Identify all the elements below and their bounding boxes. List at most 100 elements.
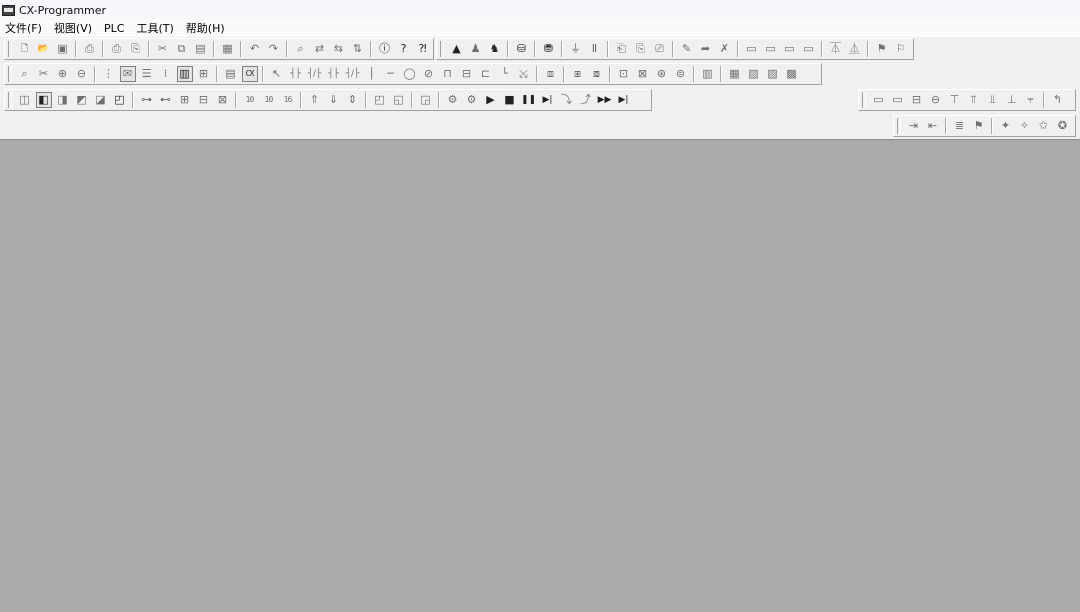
sfc-transition-button[interactable]: ▭: [890, 92, 906, 108]
toolbar-grip[interactable]: [8, 92, 12, 108]
transfer-up-button[interactable]: ⇑: [307, 92, 323, 108]
coil-button[interactable]: ◯: [402, 66, 418, 82]
cut-button[interactable]: ✂: [155, 41, 171, 57]
about-button[interactable]: ⓘ: [377, 41, 393, 57]
align-button[interactable]: ≣: [952, 118, 968, 134]
cycle-time-button[interactable]: ▩: [784, 66, 800, 82]
contact-closed-button[interactable]: ┤/├: [307, 66, 323, 82]
undo-button[interactable]: ↶: [247, 41, 263, 57]
sim-fast-button[interactable]: ▶▶: [597, 92, 613, 108]
list-button[interactable]: ☰: [139, 66, 155, 82]
output-window-button[interactable]: ◧: [35, 92, 52, 108]
send-edit-button[interactable]: ➦: [698, 41, 714, 57]
toolbar-grip[interactable]: [897, 118, 901, 134]
transfer-plc-button[interactable]: ⛃: [541, 41, 557, 57]
print-setup-button[interactable]: ⎘: [128, 41, 144, 57]
compile-button[interactable]: ▥: [700, 66, 716, 82]
sfc-return-button[interactable]: ↰: [1050, 92, 1066, 108]
sim-run-button[interactable]: ▶: [483, 92, 499, 108]
toolbar-grip[interactable]: [8, 41, 12, 57]
transfer-merge-button[interactable]: ⇕: [345, 92, 361, 108]
section-button[interactable]: ⧇: [589, 66, 605, 82]
clear-bookmark-button[interactable]: ✪: [1055, 118, 1071, 134]
sfc-converge-button[interactable]: ⊖: [928, 92, 944, 108]
run-mode-button[interactable]: ▭: [801, 41, 817, 57]
ladder-button[interactable]: ▥: [176, 66, 193, 82]
binary-button[interactable]: ⊷: [158, 92, 174, 108]
diff-button[interactable]: ⧈: [543, 66, 559, 82]
sim-stop-button[interactable]: ■: [502, 92, 518, 108]
select-button[interactable]: ↖: [269, 66, 285, 82]
zoom-out-button[interactable]: ⊖: [74, 66, 90, 82]
print-preview-button[interactable]: ⎙: [82, 41, 98, 57]
prev-bookmark-button[interactable]: ✩: [1036, 118, 1052, 134]
function-block-button[interactable]: ⊟: [459, 66, 475, 82]
program-button[interactable]: ⧆: [570, 66, 586, 82]
sfc-merge-button[interactable]: ⊥: [1004, 92, 1020, 108]
memory-button[interactable]: ▦: [727, 66, 743, 82]
pause-monitor-button[interactable]: Ⅱ: [587, 41, 603, 57]
work-simulator-button[interactable]: ♞: [487, 41, 503, 57]
sfc-divergence-button[interactable]: ⫧: [1023, 92, 1039, 108]
sfc-jump-button[interactable]: ⫪: [966, 92, 982, 108]
toolbar-grip[interactable]: [440, 41, 444, 57]
bcd-button[interactable]: ⊟: [196, 92, 212, 108]
vertical-button[interactable]: │: [364, 66, 380, 82]
contact-or-button[interactable]: ┤├: [326, 66, 342, 82]
show-comment-button[interactable]: ✉: [119, 66, 136, 82]
delete-button[interactable]: ▦: [220, 41, 236, 57]
hex-button[interactable]: ⊞: [177, 92, 193, 108]
mnemonic-button[interactable]: ▤: [223, 66, 239, 82]
horizontal-button[interactable]: ─: [383, 66, 399, 82]
contact-or-closed-button[interactable]: ┤/├: [345, 66, 361, 82]
indent-button[interactable]: ⇥: [906, 118, 922, 134]
contact-button[interactable]: ┤├: [288, 66, 304, 82]
sim-step-into-button[interactable]: ▶|: [540, 92, 556, 108]
float-button[interactable]: ⊠: [215, 92, 231, 108]
program-mode-button[interactable]: ▭: [744, 41, 760, 57]
io-table-button[interactable]: ⊜: [673, 66, 689, 82]
project-window-button[interactable]: ◫: [17, 92, 33, 108]
print-button[interactable]: ⎙: [109, 41, 125, 57]
base-16-button[interactable]: 16: [280, 92, 296, 108]
set-button[interactable]: ⚑: [874, 41, 890, 57]
sim-step-button[interactable]: ⚙: [464, 92, 480, 108]
new-file-button[interactable]: 🗋: [17, 41, 33, 57]
sim-end-button[interactable]: ▶|: [616, 92, 632, 108]
sfc-step-button[interactable]: ▭: [871, 92, 887, 108]
transfer-to-plc-button[interactable]: ⎗: [614, 41, 630, 57]
menu-plc[interactable]: PLC: [98, 20, 130, 37]
structure-button[interactable]: ⊞: [196, 66, 212, 82]
address-reference-button[interactable]: ⇅: [350, 41, 366, 57]
toggle-bookmark-button[interactable]: ✦: [998, 118, 1014, 134]
cross-reference-button[interactable]: ⇆: [331, 41, 347, 57]
menu-file[interactable]: 文件(F): [0, 20, 48, 37]
toggle-online-button[interactable]: ▲: [449, 41, 465, 57]
properties-button[interactable]: ⁞: [158, 66, 174, 82]
online-edit-button[interactable]: ✎: [679, 41, 695, 57]
address-window-button[interactable]: ◩: [74, 92, 90, 108]
reset-button[interactable]: ⚐: [893, 41, 909, 57]
symbol-button[interactable]: ⊛: [654, 66, 670, 82]
redo-button[interactable]: ↷: [266, 41, 282, 57]
sim-pause-button[interactable]: ❚❚: [521, 92, 537, 108]
cancel-edit-button[interactable]: ✗: [717, 41, 733, 57]
coil-closed-button[interactable]: ⊘: [421, 66, 437, 82]
save-button[interactable]: ▣: [55, 41, 71, 57]
replace-button[interactable]: ⇄: [312, 41, 328, 57]
properties-window-button[interactable]: ◰: [112, 92, 128, 108]
zoom-in-button[interactable]: ⊕: [55, 66, 71, 82]
transfer-down-button[interactable]: ⇓: [326, 92, 342, 108]
watch-window-button[interactable]: ◨: [55, 92, 71, 108]
settings-button[interactable]: ▧: [746, 66, 762, 82]
menu-help[interactable]: 帮助(H): [180, 20, 231, 37]
dec-button[interactable]: ⊶: [139, 92, 155, 108]
bookmark-button[interactable]: ⚑: [971, 118, 987, 134]
rung-button[interactable]: ⊡: [616, 66, 632, 82]
context-help-button[interactable]: ⁈: [415, 41, 431, 57]
work-online-button[interactable]: ♟: [468, 41, 484, 57]
comment-rung-button[interactable]: ⊠: [635, 66, 651, 82]
sfc-simultaneous-button[interactable]: ⊤: [947, 92, 963, 108]
erase-line-button[interactable]: ⤩: [516, 66, 532, 82]
instruction-button[interactable]: ⊓: [440, 66, 456, 82]
